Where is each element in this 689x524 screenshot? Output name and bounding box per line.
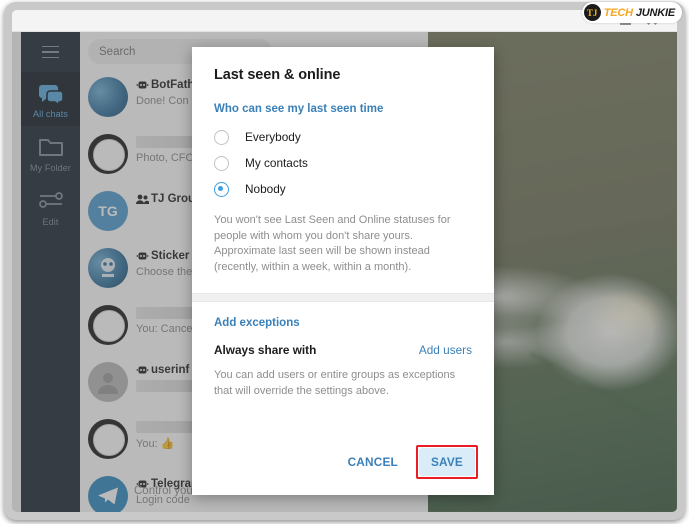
visibility-hint: You won't see Last Seen and Online statu… [214,214,451,273]
radio-icon [214,181,229,197]
radio-icon [214,129,229,145]
last-seen-dialog: Last seen & online Who can see my last s… [192,47,494,495]
cancel-button[interactable]: CANCEL [336,448,410,476]
telegram-window: All chats My Folder Edit Search BotFath … [12,10,677,512]
watermark-tech: TECH [603,6,633,19]
dialog-spacer [192,399,494,445]
watermark-junkie: JUNKIE [635,6,675,19]
radio-option-label: Nobody [245,182,286,196]
window-titlebar [12,10,677,32]
dialog-footer: CANCEL SAVE [192,445,494,495]
section-heading-exceptions: Add exceptions [214,317,300,329]
dialog-title: Last seen & online [214,67,341,83]
save-button-highlight: SAVE [415,445,478,479]
add-users-link[interactable]: Add users [419,343,472,357]
device-screen: All chats My Folder Edit Search BotFath … [12,10,677,512]
section-heading-visibility: Who can see my last seen time [214,103,384,115]
radio-option-label: My contacts [245,156,308,170]
techjunkie-badge-icon: TJ [583,4,601,21]
always-share-row: Always share with Add users [192,329,494,357]
exceptions-hint: You can add users or entire groups as ex… [214,369,456,397]
radio-option-label: Everybody [245,130,301,144]
save-button[interactable]: SAVE [418,448,475,476]
always-share-label: Always share with [214,343,317,357]
visibility-radio-group[interactable]: Everybody My contacts Nobody [192,115,494,202]
radio-option-everybody[interactable]: Everybody [214,124,472,150]
radio-icon [214,155,229,171]
section-divider [192,293,494,302]
techjunkie-watermark: TJ TECH JUNKIE [581,2,682,23]
radio-option-my-contacts[interactable]: My contacts [214,150,472,176]
screenshot-root: All chats My Folder Edit Search BotFath … [0,0,689,524]
radio-option-nobody[interactable]: Nobody [214,176,472,202]
